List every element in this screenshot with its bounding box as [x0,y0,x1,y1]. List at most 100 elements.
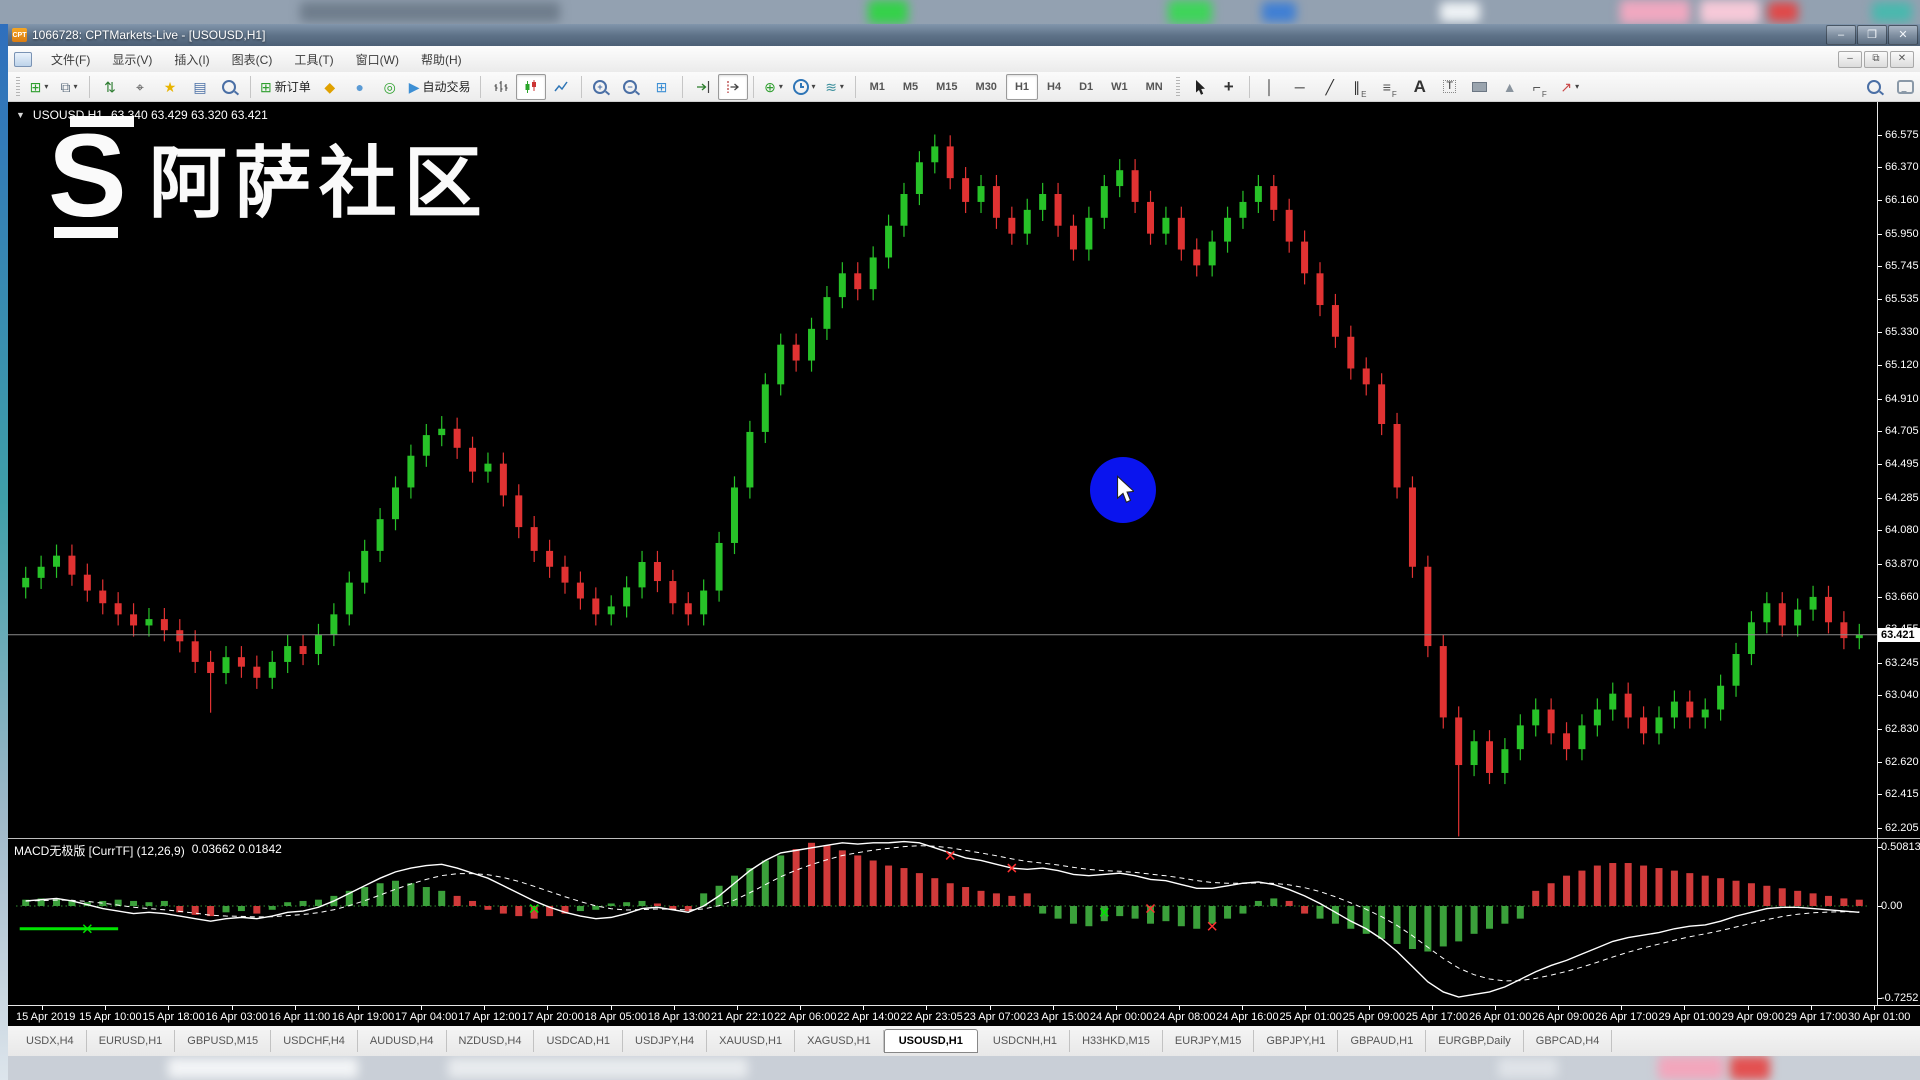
toolbar-separator [480,76,481,98]
symbol-tab-bar: USDX,H4EURUSD,H1GBPUSD,M15USDCHF,H4AUDUS… [8,1026,1920,1056]
candlestick-chart-button[interactable] [516,74,546,100]
desktop-left-strip [0,24,8,1080]
price-axis-label: 65.120 [1885,359,1919,371]
symbol-tab-gbpcad[interactable]: GBPCAD,H4 [1524,1030,1613,1052]
window-minimize-button[interactable]: – [1826,25,1856,45]
vertical-line-tool-button[interactable]: │ [1255,74,1285,100]
strategy-tester-button[interactable] [215,74,245,100]
symbol-tab-usdjpy[interactable]: USDJPY,H4 [623,1030,707,1052]
menu-item-6[interactable]: 帮助(H) [410,47,473,72]
symbol-tab-nzdusd[interactable]: NZDUSD,H4 [447,1030,535,1052]
arrows-tool-button[interactable]: ↗▾ [1555,74,1585,100]
new-order-icon: ⊞ [260,80,272,94]
window-close-button[interactable]: ✕ [1888,25,1918,45]
templates-button[interactable]: ≋▾ [820,74,850,100]
timeframe-w1-button[interactable]: W1 [1102,74,1137,100]
menu-item-4[interactable]: 工具(T) [283,47,344,72]
signals-button[interactable]: ◎ [375,74,405,100]
menu-item-1[interactable]: 显示(V) [101,47,163,72]
symbol-tab-usdchf[interactable]: USDCHF,H4 [271,1030,358,1052]
new-chart-button[interactable]: ⊞▾ [24,74,54,100]
chart-area[interactable]: S 阿萨社区 ▼ USOUSD,H1 63.340 63.429 63.320 … [8,102,1877,838]
autotrading-button[interactable]: ▶自动交易 [405,74,475,100]
timeframe-m30-button[interactable]: M30 [967,74,1006,100]
price-axis[interactable]: 66.57566.37066.16065.95065.74565.53565.3… [1877,102,1920,838]
symbol-tab-audusd[interactable]: AUDUSD,H4 [358,1030,447,1052]
menu-item-2[interactable]: 插入(I) [163,47,220,72]
symbol-tab-eurjpy[interactable]: EURJPY,M15 [1163,1030,1254,1052]
community-button[interactable]: ● [345,74,375,100]
periods-button[interactable]: ▾ [789,74,820,100]
timeframe-h4-button[interactable]: H4 [1038,74,1070,100]
window-maximize-button[interactable]: ❐ [1857,25,1887,45]
symbol-tab-usdcnh[interactable]: USDCNH,H1 [981,1030,1070,1052]
time-tick [1558,1006,1559,1010]
timeframe-h1-button[interactable]: H1 [1006,74,1038,100]
symbol-tab-gbpaud[interactable]: GBPAUD,H1 [1338,1030,1426,1052]
toolbar-separator [581,76,582,98]
chart-dropdown-icon[interactable]: ▼ [16,110,25,120]
price-axis-label: 65.745 [1885,260,1919,272]
menu-item-3[interactable]: 图表(C) [221,47,284,72]
cursor-tool-button[interactable] [1184,74,1214,100]
symbol-tab-h33hkd[interactable]: H33HKD,M15 [1070,1030,1163,1052]
macd-panel[interactable]: MACD无极版 [CurrTF] (12,26,9) 0.03662 0.018… [8,838,1877,1005]
symbol-tab-usdx[interactable]: USDX,H4 [14,1030,87,1052]
terminal-icon: ▤ [193,80,206,94]
timeframe-m5-button[interactable]: M5 [894,74,927,100]
child-close-button[interactable]: ✕ [1890,51,1914,68]
equidistant-channel-tool-button-sub: E [1361,90,1366,99]
timeframe-mn-button[interactable]: MN [1137,74,1172,100]
market-watch-button[interactable]: ⇅ [95,74,125,100]
equidistant-channel-tool-button[interactable]: ∥E [1345,74,1375,100]
symbol-tab-usousd[interactable]: USOUSD,H1 [884,1029,978,1053]
auto-scroll-button[interactable] [688,74,718,100]
profiles-button[interactable]: ⧉▾ [54,74,84,100]
crosshair-tool-button[interactable]: + [1214,74,1244,100]
symbol-tab-gbpusd[interactable]: GBPUSD,M15 [175,1030,271,1052]
new-order-button[interactable]: ⊞新订单 [256,74,315,100]
navigator-button[interactable]: ★ [155,74,185,100]
symbol-tab-usdcad[interactable]: USDCAD,H1 [534,1030,623,1052]
chart-shift-button[interactable] [718,74,748,100]
text-tool-button[interactable]: A [1405,74,1435,100]
rectangle-tool-button[interactable] [1465,74,1495,100]
symbol-tab-xauusd[interactable]: XAUUSD,H1 [707,1030,795,1052]
triangle-tool-button[interactable]: ▲ [1495,74,1525,100]
label-tool-button[interactable]: T [1435,74,1465,100]
time-tick [421,1006,422,1010]
timeframe-d1-button[interactable]: D1 [1070,74,1102,100]
line-chart-button[interactable] [546,74,576,100]
chat-button[interactable] [1890,74,1920,100]
chevron-down-icon: ▾ [1575,82,1579,91]
symbol-tab-eurusd[interactable]: EURUSD,H1 [87,1030,176,1052]
child-minimize-button[interactable]: – [1838,51,1862,68]
trendline-tool-button[interactable]: ╱ [1315,74,1345,100]
price-tick [1878,498,1882,499]
timeframe-m1-button[interactable]: M1 [861,74,894,100]
fibo-channel-tool-button[interactable]: ⌐F [1525,74,1555,100]
bar-chart-button[interactable] [486,74,516,100]
vertical-line-tool-icon: │ [1265,80,1274,94]
horizontal-line-tool-button[interactable]: ─ [1285,74,1315,100]
symbol-tab-gbpjpy[interactable]: GBPJPY,H1 [1254,1030,1338,1052]
indicators-button[interactable]: ⊕▾ [759,74,789,100]
data-window-button[interactable]: ⌖ [125,74,155,100]
time-axis[interactable]: 15 Apr 201915 Apr 10:0015 Apr 18:0016 Ap… [8,1005,1920,1026]
child-window-icon[interactable] [14,52,32,67]
metaeditor-button[interactable]: ◆ [315,74,345,100]
tile-windows-button[interactable]: ⊞ [647,74,677,100]
zoom-out-button[interactable]: − [617,74,647,100]
price-tick [1878,695,1882,696]
zoom-in-button[interactable]: + [587,74,617,100]
candlestick-chart[interactable] [8,102,1877,838]
terminal-button[interactable]: ▤ [185,74,215,100]
search-button[interactable] [1860,74,1890,100]
symbol-tab-xagusd[interactable]: XAGUSD,H1 [795,1030,884,1052]
symbol-tab-eurgbp[interactable]: EURGBP,Daily [1426,1030,1524,1052]
fibonacci-tool-button[interactable]: ≡F [1375,74,1405,100]
child-restore-button[interactable]: ⧉ [1864,51,1888,68]
menu-item-5[interactable]: 窗口(W) [345,47,410,72]
menu-item-0[interactable]: 文件(F) [40,47,101,72]
timeframe-m15-button[interactable]: M15 [927,74,966,100]
